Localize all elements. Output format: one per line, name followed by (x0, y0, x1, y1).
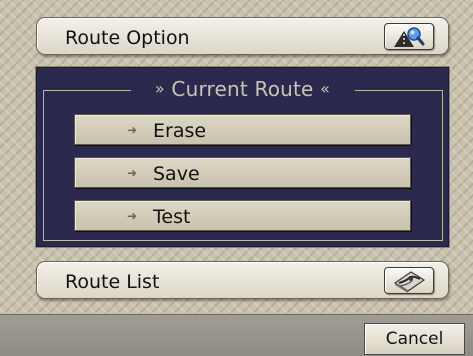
test-button[interactable]: ➜ Test (74, 200, 411, 231)
arrow-right-icon: ➜ (127, 209, 138, 223)
current-route-panel: » Current Route « ➜ Erase ➜ Save ➜ Test (36, 67, 449, 247)
test-button-label: Test (153, 206, 191, 228)
route-option-label: Route Option (65, 27, 190, 49)
route-option-button[interactable]: Route Option (36, 17, 449, 55)
cancel-button[interactable]: Cancel (364, 323, 465, 355)
bottom-toolbar: Cancel (0, 314, 473, 356)
title-right-decoration: « (320, 79, 331, 98)
save-button[interactable]: ➜ Save (74, 157, 411, 188)
arrow-right-icon: ➜ (127, 123, 138, 137)
arrow-right-icon: ➜ (127, 166, 138, 180)
route-search-icon-button[interactable] (384, 23, 434, 50)
route-search-icon (394, 26, 425, 47)
route-list-button[interactable]: Route List (36, 261, 449, 299)
route-map-icon (393, 270, 426, 293)
current-route-title: » Current Route « (37, 77, 448, 101)
erase-button-label: Erase (153, 120, 207, 142)
route-list-label: Route List (65, 271, 160, 293)
save-button-label: Save (153, 163, 200, 185)
current-route-title-text: Current Route (171, 77, 314, 101)
route-map-icon-button[interactable] (384, 267, 434, 294)
title-left-decoration: » (154, 79, 165, 98)
erase-button[interactable]: ➜ Erase (74, 114, 411, 145)
